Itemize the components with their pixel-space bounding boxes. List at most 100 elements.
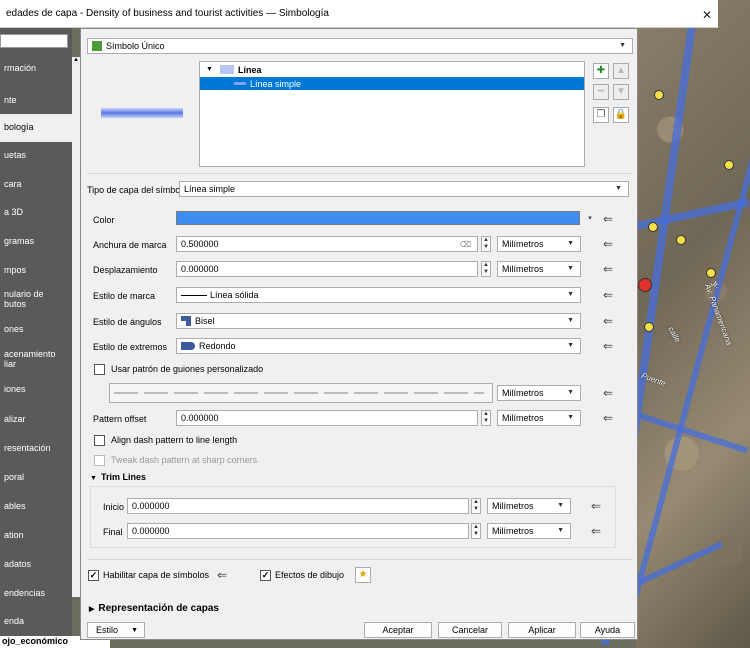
map-canvas[interactable]: Av. Panamericana Puente calle Jr.: [600, 0, 750, 648]
map-point-selected[interactable]: [638, 278, 652, 292]
trim-start-spinner[interactable]: ▲ ▼: [471, 498, 481, 514]
sidebar-item-metadatos[interactable]: adatos: [0, 551, 72, 579]
move-down-icon[interactable]: ▼: [613, 84, 629, 100]
join-style-select[interactable]: Bisel ▼: [176, 313, 581, 329]
pattern-offset-unit-value: Milímetros: [502, 413, 544, 423]
trim-lines-header[interactable]: ▼ Trim Lines: [90, 472, 146, 482]
map-point[interactable]: [676, 235, 686, 245]
map-point[interactable]: [644, 322, 654, 332]
ok-button[interactable]: Aceptar: [364, 622, 432, 638]
map-point[interactable]: [654, 90, 664, 100]
sidebar-item-etiquetas[interactable]: uetas: [0, 142, 72, 170]
single-symbol-icon: [92, 41, 102, 51]
sidebar-item-visualizar[interactable]: alizar: [0, 406, 72, 434]
data-defined-override-icon[interactable]: ⇐: [589, 524, 603, 538]
sidebar-item-elevation[interactable]: ation: [0, 522, 72, 550]
symbol-layer-type-select[interactable]: Línea simple ▼: [179, 181, 629, 197]
style-button[interactable]: Estilo ▼: [87, 622, 145, 638]
sidebar-item-vista-3d[interactable]: a 3D: [0, 199, 72, 227]
trim-start-input[interactable]: 0.000000: [127, 498, 469, 514]
trim-end-unit-select[interactable]: Milímetros ▼: [487, 523, 571, 539]
tweak-dash-checkbox[interactable]: [94, 455, 105, 466]
chevron-down-icon[interactable]: ▾: [583, 212, 597, 226]
lock-icon[interactable]: 🔒: [613, 107, 629, 123]
trim-end-spinner[interactable]: ▲ ▼: [471, 523, 481, 539]
chevron-down-icon: ▼: [567, 265, 574, 272]
sidebar-item-mascara[interactable]: cara: [0, 171, 72, 199]
sidebar-item-dependencias[interactable]: endencias: [0, 580, 72, 608]
align-dash-checkbox[interactable]: [94, 435, 105, 446]
stroke-style-select[interactable]: Línea sólida ▼: [176, 287, 581, 303]
dash-pattern-button[interactable]: [109, 383, 493, 403]
data-defined-override-icon[interactable]: ⇐: [589, 499, 603, 513]
sidebar-item-campos[interactable]: mpos: [0, 257, 72, 285]
apply-button[interactable]: Aplicar: [508, 622, 576, 638]
offset-spinner[interactable]: ▲ ▼: [481, 261, 491, 277]
help-button[interactable]: Ayuda: [580, 622, 635, 638]
renderer-select[interactable]: Símbolo Único ▼: [87, 38, 633, 54]
trim-start-value: 0.000000: [132, 501, 170, 511]
sidebar-search-input[interactable]: [0, 34, 68, 48]
remove-layer-icon[interactable]: ━: [593, 84, 609, 100]
custom-dash-checkbox[interactable]: [94, 364, 105, 375]
sidebar-item-representacion[interactable]: resentación: [0, 435, 72, 463]
enable-layer-checkbox[interactable]: ✓: [88, 570, 99, 581]
trim-start-unit-select[interactable]: Milímetros ▼: [487, 498, 571, 514]
sidebar-item-simbologia[interactable]: bología: [0, 114, 72, 142]
color-button[interactable]: [176, 211, 580, 225]
scroll-up-icon[interactable]: ▲: [72, 57, 80, 63]
sidebar-item-variables[interactable]: ables: [0, 493, 72, 521]
renderer-value: Símbolo Único: [106, 41, 165, 51]
sidebar-item-informacion[interactable]: rmación: [0, 55, 72, 83]
sidebar-item-uniones[interactable]: ones: [0, 316, 72, 344]
data-defined-override-icon[interactable]: ⇐: [601, 314, 615, 328]
pattern-offset-unit-select[interactable]: Milímetros ▼: [497, 410, 581, 426]
sidebar-item-formulario[interactable]: nulario de butos: [0, 286, 72, 314]
sidebar-item-almacenamiento[interactable]: acenamiento liar: [0, 346, 72, 374]
map-point[interactable]: [706, 268, 716, 278]
sidebar-item-fuente[interactable]: nte: [0, 87, 72, 115]
tree-item-line[interactable]: ▼ Línea: [200, 63, 584, 76]
solid-line-icon: [181, 294, 207, 296]
stroke-width-unit-select[interactable]: Milímetros ▼: [497, 236, 581, 252]
trim-end-input[interactable]: 0.000000: [127, 523, 469, 539]
data-defined-override-icon[interactable]: ⇐: [601, 262, 615, 276]
stroke-width-spinner[interactable]: ▲ ▼: [481, 236, 491, 252]
layer-rendering-header[interactable]: ▶ Representación de capas: [89, 603, 219, 614]
tree-item-simple-line[interactable]: Línea simple: [200, 77, 584, 90]
pattern-offset-input[interactable]: 0.000000: [176, 410, 478, 426]
offset-input[interactable]: 0.000000: [176, 261, 478, 277]
add-layer-icon[interactable]: ✚: [593, 63, 609, 79]
clear-icon[interactable]: ⌫: [460, 240, 471, 249]
cancel-button[interactable]: Cancelar: [438, 622, 502, 638]
data-defined-override-icon[interactable]: ⇐: [601, 339, 615, 353]
chevron-down-icon: ▼: [567, 414, 574, 421]
chevron-down-icon: ▼: [557, 527, 564, 534]
tree-item-line-label: Línea: [238, 64, 262, 75]
sidebar-item-diagramas[interactable]: gramas: [0, 228, 72, 256]
map-point[interactable]: [648, 222, 658, 232]
cap-style-select[interactable]: Redondo ▼: [176, 338, 581, 354]
data-defined-override-icon[interactable]: ⇐: [601, 237, 615, 251]
data-defined-override-icon[interactable]: ⇐: [601, 386, 615, 400]
move-up-icon[interactable]: ▲: [613, 63, 629, 79]
offset-unit-select[interactable]: Milímetros ▼: [497, 261, 581, 277]
sidebar-item-leyenda[interactable]: enda: [0, 608, 72, 636]
close-icon[interactable]: ✕: [702, 8, 712, 22]
symbol-layer-tree[interactable]: ▼ Línea Línea simple: [199, 61, 585, 167]
dash-unit-select[interactable]: Milímetros ▼: [497, 385, 581, 401]
duplicate-layer-icon[interactable]: ❐: [593, 107, 609, 123]
stroke-width-input[interactable]: 0.500000 ⌫: [176, 236, 478, 252]
sidebar-scrollbar[interactable]: ▲: [72, 57, 80, 597]
sidebar-item-temporal[interactable]: poral: [0, 464, 72, 492]
data-defined-override-icon[interactable]: ⇐: [601, 288, 615, 302]
effects-star-icon[interactable]: ★: [355, 567, 371, 583]
data-defined-override-icon[interactable]: ⇐: [601, 212, 615, 226]
data-defined-override-icon[interactable]: ⇐: [601, 411, 615, 425]
collapse-arrow-icon[interactable]: ▼: [206, 66, 214, 73]
map-point[interactable]: [724, 160, 734, 170]
data-defined-override-icon[interactable]: ⇐: [215, 568, 229, 582]
sidebar-item-acciones[interactable]: iones: [0, 376, 72, 404]
draw-effects-checkbox[interactable]: ✓: [260, 570, 271, 581]
pattern-offset-spinner[interactable]: ▲ ▼: [481, 410, 491, 426]
